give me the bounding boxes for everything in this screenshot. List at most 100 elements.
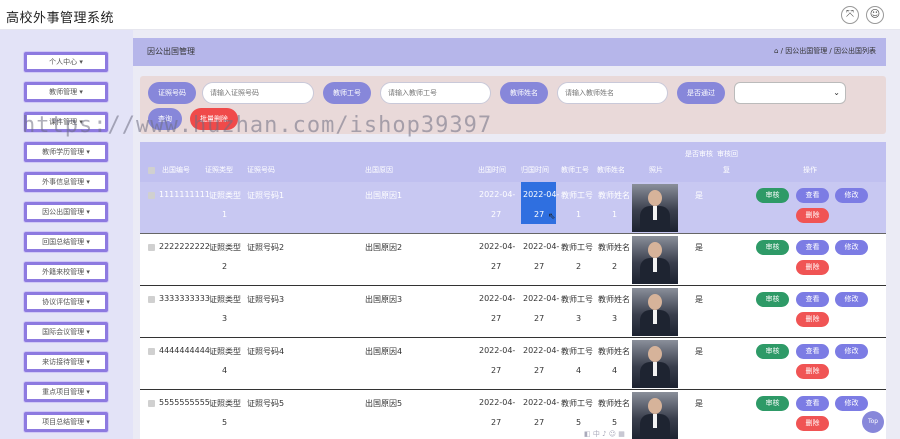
audit-button[interactable]: 审核 xyxy=(756,396,789,411)
sidebar-item-teacher[interactable]: 教师管理 ▾ xyxy=(24,82,108,102)
cell-out-time: 2022-04- xyxy=(479,294,516,303)
header-reply: 复 xyxy=(723,166,730,174)
view-button[interactable]: 查看 xyxy=(796,240,829,255)
cell-out-time: 2022-04- xyxy=(479,346,516,355)
teacher-photo[interactable] xyxy=(632,288,678,336)
header-code[interactable]: 出国编号 xyxy=(162,165,190,175)
header-actions: 操作 xyxy=(803,166,817,174)
cell-type: 证照类型 xyxy=(209,295,241,304)
chevron-down-icon: ⌄ xyxy=(833,88,840,97)
cell-teacher-name: 教师姓名 xyxy=(598,347,630,356)
audit-button[interactable]: 审核 xyxy=(756,188,789,203)
row-checkbox[interactable] xyxy=(148,192,155,199)
cert-number-input[interactable] xyxy=(202,82,314,104)
sidebar-item-official-abroad[interactable]: 因公出国管理 ▾ xyxy=(24,202,108,222)
select-all-checkbox[interactable] xyxy=(148,167,155,174)
back-to-top-button[interactable]: Top xyxy=(862,411,884,433)
header-number[interactable]: 证照号码 xyxy=(247,165,275,175)
app-title: 高校外事管理系统 xyxy=(6,11,115,26)
audit-button[interactable]: 审核 xyxy=(756,344,789,359)
cell-reason: 出国原因3 xyxy=(365,295,403,304)
edit-button[interactable]: 修改 xyxy=(835,292,868,307)
sidebar: 个人中心 ▾ 教师管理 ▾ 课件管理 ▾ 教师学历管理 ▾ 外事信息管理 ▾ 因… xyxy=(0,30,133,439)
view-button[interactable]: 查看 xyxy=(796,292,829,307)
mouse-cursor-icon: ⇖ xyxy=(548,212,556,222)
delete-button[interactable]: 删除 xyxy=(796,260,829,275)
sidebar-item-key-project[interactable]: 重点项目管理 ▾ xyxy=(24,382,108,402)
edit-button[interactable]: 修改 xyxy=(835,344,868,359)
audit-button[interactable]: 审核 xyxy=(756,292,789,307)
cell-number: 证照号码4 xyxy=(247,347,285,356)
cell-teacher-name-line2: 1 xyxy=(612,210,618,219)
user-icon[interactable]: ☺ xyxy=(866,6,884,24)
cell-code: 3333333333 xyxy=(159,294,210,303)
cell-teacher-name: 教师姓名 xyxy=(598,295,630,304)
header-teacher-no[interactable]: 教师工号 xyxy=(561,165,589,175)
teacher-photo[interactable] xyxy=(632,392,678,439)
cell-back-time-line2: 27 xyxy=(534,210,545,219)
cell-out-time: 2022-04- xyxy=(479,190,516,199)
row-checkbox[interactable] xyxy=(148,348,155,355)
delete-button[interactable]: 删除 xyxy=(796,416,829,431)
cell-out-time-line2: 27 xyxy=(491,418,502,427)
header-back-time[interactable]: 归国时间 xyxy=(521,165,549,175)
teacher-photo[interactable] xyxy=(632,340,678,388)
sidebar-item-foreign-visitor[interactable]: 外籍来校管理 ▾ xyxy=(24,262,108,282)
cell-code: 2222222222 xyxy=(159,242,210,251)
cell-teacher-no-line2: 1 xyxy=(576,210,582,219)
edit-button[interactable]: 修改 xyxy=(835,240,868,255)
table-row[interactable]: 3333333333 证照类型 3 证照号码3 出国原因3 2022-04- 2… xyxy=(140,286,886,338)
cell-reason: 出国原因5 xyxy=(365,399,403,408)
audit-button[interactable]: 审核 xyxy=(756,240,789,255)
sidebar-item-reception[interactable]: 来访接待管理 ▾ xyxy=(24,352,108,372)
sidebar-item-agreement[interactable]: 协议评估管理 ▾ xyxy=(24,292,108,312)
sidebar-item-education[interactable]: 教师学历管理 ▾ xyxy=(24,142,108,162)
approved-select[interactable]: ⌄ xyxy=(734,82,846,104)
delete-button[interactable]: 删除 xyxy=(796,208,829,223)
expand-icon[interactable]: ⤧ xyxy=(841,6,859,24)
view-button[interactable]: 查看 xyxy=(796,396,829,411)
header-photo: 照片 xyxy=(649,166,663,174)
view-button[interactable]: 查看 xyxy=(796,344,829,359)
sidebar-item-project-summary[interactable]: 项目总结管理 ▾ xyxy=(24,412,108,432)
cell-number: 证照号码3 xyxy=(247,295,285,304)
breadcrumb-path[interactable]: ⌂ / 因公出国管理 / 因公出国列表 xyxy=(774,46,876,56)
teacher-photo[interactable] xyxy=(632,236,678,284)
edit-button[interactable]: 修改 xyxy=(835,396,868,411)
sidebar-item-foreign-affairs[interactable]: 外事信息管理 ▾ xyxy=(24,172,108,192)
cell-type: 证照类型 xyxy=(209,347,241,356)
teacher-no-input[interactable] xyxy=(380,82,491,104)
view-button[interactable]: 查看 xyxy=(796,188,829,203)
cell-back-time-line2: 27 xyxy=(534,262,545,271)
table-row[interactable]: 4444444444 证照类型 4 证照号码4 出国原因4 2022-04- 2… xyxy=(140,338,886,390)
delete-button[interactable]: 删除 xyxy=(796,364,829,379)
header-reason[interactable]: 出国原因 xyxy=(365,165,393,175)
cell-teacher-no-line2: 2 xyxy=(576,262,582,271)
cell-teacher-name: 教师姓名 xyxy=(598,399,630,408)
sidebar-item-return-summary[interactable]: 回国总结管理 ▾ xyxy=(24,232,108,252)
sidebar-item-personal-center[interactable]: 个人中心 ▾ xyxy=(24,52,108,72)
cell-audited: 是 xyxy=(695,191,703,200)
page-title: 因公出国管理 xyxy=(147,47,195,56)
table-row[interactable]: 1111111111 证照类型 1 证照号码1 出国原因1 2022-04- 2… xyxy=(140,182,886,234)
cell-teacher-no: 教师工号 xyxy=(561,295,593,304)
teacher-photo[interactable] xyxy=(632,184,678,232)
teacher-name-input[interactable] xyxy=(557,82,668,104)
data-table: 是否审核 审核回 出国编号 证照类型 证照号码 出国原因 出国时间 归国时间 教… xyxy=(140,142,886,439)
cell-code: 4444444444 xyxy=(159,346,210,355)
row-checkbox[interactable] xyxy=(148,296,155,303)
cell-back-time: 2022-04- xyxy=(523,294,560,303)
cell-type-line2: 3 xyxy=(222,314,228,323)
sidebar-item-conference[interactable]: 国际会议管理 ▾ xyxy=(24,322,108,342)
row-checkbox[interactable] xyxy=(148,244,155,251)
table-row[interactable]: 5555555555 证照类型 5 证照号码5 出国原因5 2022-04- 2… xyxy=(140,390,886,439)
header-teacher-name[interactable]: 教师姓名 xyxy=(597,165,625,175)
table-header: 是否审核 审核回 出国编号 证照类型 证照号码 出国原因 出国时间 归国时间 教… xyxy=(140,142,886,182)
header-type[interactable]: 证照类型 xyxy=(205,165,233,175)
header-out-time[interactable]: 出国时间 xyxy=(478,165,506,175)
edit-button[interactable]: 修改 xyxy=(835,188,868,203)
delete-button[interactable]: 删除 xyxy=(796,312,829,327)
table-row[interactable]: 2222222222 证照类型 2 证照号码2 出国原因2 2022-04- 2… xyxy=(140,234,886,286)
row-checkbox[interactable] xyxy=(148,400,155,407)
cell-teacher-name-line2: 5 xyxy=(612,418,618,427)
